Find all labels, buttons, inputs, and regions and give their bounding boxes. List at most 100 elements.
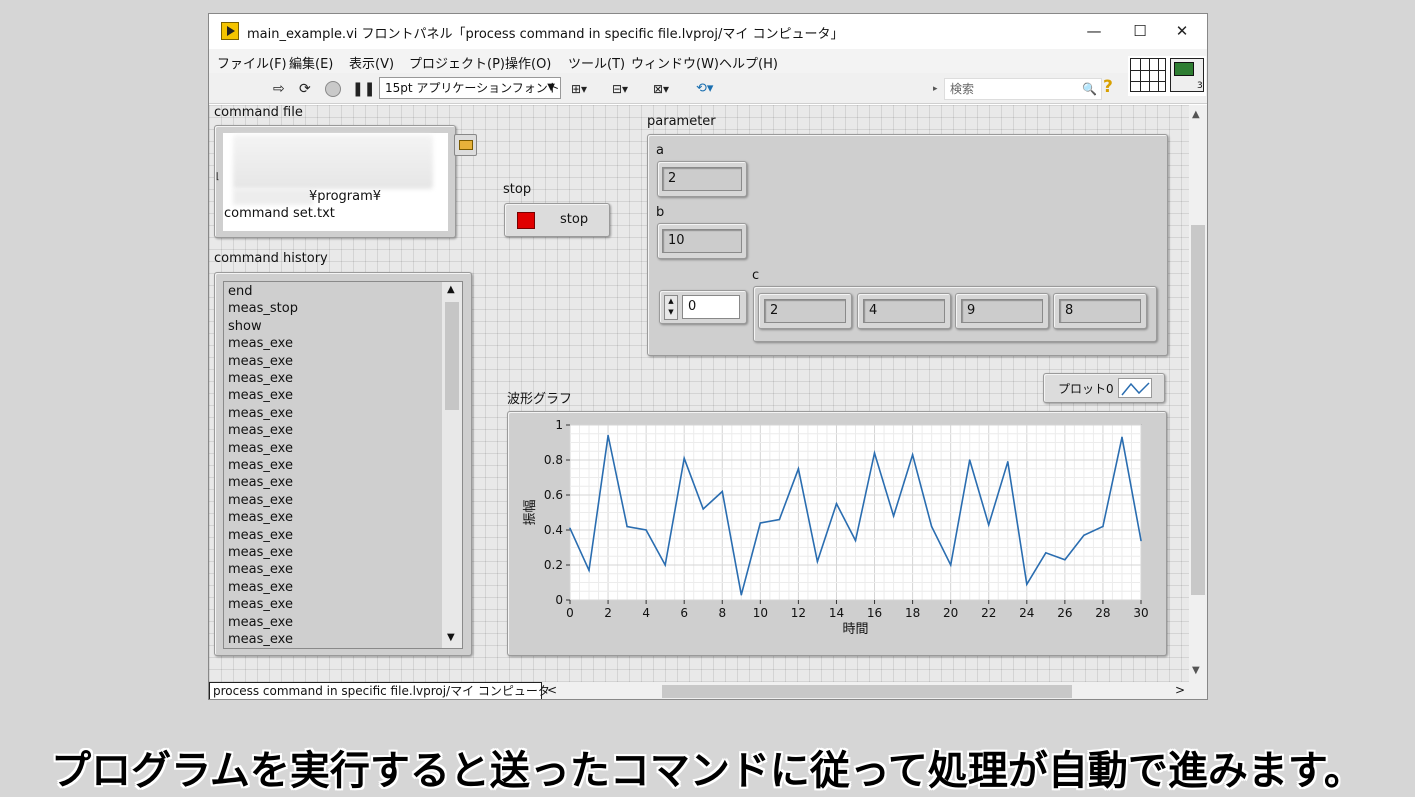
data-point	[1140, 539, 1142, 542]
data-point	[949, 564, 952, 566]
history-item[interactable]: meas_exe	[228, 354, 293, 369]
history-item[interactable]: show	[228, 319, 262, 334]
command-file-label: command file	[214, 105, 303, 120]
history-item[interactable]: meas_exe	[228, 493, 293, 508]
history-item[interactable]: meas_exe	[228, 510, 293, 525]
array-element-value[interactable]: 8	[1059, 299, 1141, 323]
redacted-path	[233, 135, 433, 189]
x-tick-label: 20	[943, 606, 958, 620]
run-arrow-icon[interactable]: ⇨	[273, 79, 285, 99]
history-item[interactable]: meas_exe	[228, 336, 293, 351]
run-continuously-icon[interactable]: ⟳	[299, 79, 311, 99]
resize-objects-icon[interactable]: ⊠▾	[653, 79, 669, 99]
close-button[interactable]: ✕	[1159, 14, 1205, 48]
scroll-up-icon[interactable]: ▲	[1192, 109, 1200, 120]
data-point	[778, 518, 781, 521]
array-index-control: ▲ ▼ 0	[659, 290, 747, 324]
stop-label: stop	[503, 182, 532, 197]
history-scrollbar[interactable]: ▲ ▼	[442, 282, 462, 648]
history-scroll-thumb[interactable]	[445, 302, 459, 410]
folder-icon	[459, 140, 473, 150]
abort-icon[interactable]	[325, 81, 341, 97]
param-b-control: 10	[657, 223, 747, 259]
menu-tools[interactable]: ツール(T)	[568, 53, 625, 72]
history-item[interactable]: meas_exe	[228, 388, 293, 403]
stop-button-text: stop	[560, 212, 589, 227]
connector-pane-icon[interactable]	[1130, 58, 1166, 92]
bottom-bar: process command in specific file.lvproj/…	[209, 682, 1207, 699]
path-field[interactable]: ¥program¥ command set.txt	[223, 133, 448, 231]
scroll-left-icon[interactable]: <	[547, 683, 557, 697]
vi-icon[interactable]: 3	[1170, 58, 1204, 92]
param-b-value[interactable]: 10	[662, 229, 742, 253]
maximize-button[interactable]: ☐	[1117, 14, 1163, 48]
x-tick-label: 22	[981, 606, 996, 620]
parameter-cluster: a 2 b 10 c ▲ ▼ 0 2 4 9 8	[647, 134, 1168, 356]
context-help-icon[interactable]: ?	[1103, 77, 1113, 97]
panel-vertical-scrollbar[interactable]: ▲ ▼	[1189, 105, 1207, 682]
browse-button[interactable]	[454, 134, 477, 156]
x-tick-label: 28	[1095, 606, 1110, 620]
plot-legend[interactable]: プロット0	[1043, 373, 1165, 403]
graph-svg: 0 2 4 6 8 10 12 14 16 18 20 22 24 26 28 3000.20.40.60.8…	[523, 418, 1149, 637]
y-tick-label: 0.4	[544, 523, 563, 537]
search-icon[interactable]: 🔍	[1082, 79, 1097, 99]
scroll-down-icon[interactable]: ▼	[1192, 665, 1200, 676]
y-tick-label: 0.2	[544, 558, 563, 572]
history-item[interactable]: meas_exe	[228, 545, 293, 560]
history-item[interactable]: meas_exe	[228, 580, 293, 595]
history-item[interactable]: meas_exe	[228, 562, 293, 577]
data-point	[664, 564, 666, 566]
search-input[interactable]: 検索 🔍	[944, 78, 1102, 100]
history-item[interactable]: meas_stop	[228, 301, 298, 316]
scroll-up-icon[interactable]: ▲	[447, 284, 455, 295]
scroll-down-icon[interactable]: ▼	[447, 632, 455, 643]
x-tick-label: 2	[604, 606, 612, 620]
history-item[interactable]: meas_exe	[228, 371, 293, 386]
history-item[interactable]: meas_exe	[228, 528, 293, 543]
menu-operate[interactable]: 操作(O)	[505, 53, 551, 72]
param-c-label: c	[752, 268, 760, 283]
menu-help[interactable]: ヘルプ(H)	[719, 53, 778, 72]
history-item[interactable]: meas_exe	[228, 597, 293, 612]
distribute-objects-icon[interactable]: ⊟▾	[612, 79, 628, 99]
index-stepper[interactable]: ▲ ▼	[664, 295, 678, 320]
menu-view[interactable]: 表示(V)	[349, 53, 394, 72]
data-point	[759, 522, 762, 524]
param-a-value[interactable]: 2	[662, 167, 742, 191]
panel-horizontal-scroll-thumb[interactable]	[662, 685, 1072, 698]
scroll-right-icon[interactable]: >	[1175, 683, 1185, 697]
history-item[interactable]: meas_exe	[228, 615, 293, 630]
menu-project[interactable]: プロジェクト(P)	[409, 53, 505, 72]
history-item[interactable]: meas_exe	[228, 441, 293, 456]
history-item[interactable]: meas_exe	[228, 458, 293, 473]
array-element: 2	[758, 293, 852, 329]
array-element-value[interactable]: 2	[764, 299, 846, 323]
array-element-value[interactable]: 9	[961, 299, 1043, 323]
menu-file[interactable]: ファイル(F)	[217, 53, 287, 72]
array-index-value[interactable]: 0	[682, 295, 740, 319]
minimize-button[interactable]: —	[1071, 14, 1117, 48]
align-objects-icon[interactable]: ⊞▾	[571, 79, 587, 99]
legend-line-icon-svg	[1121, 382, 1150, 396]
data-point	[816, 560, 819, 563]
font-select[interactable]: 15pt アプリケーションフォント ▼	[379, 77, 561, 99]
history-item[interactable]: meas_exe	[228, 632, 293, 647]
reorder-icon[interactable]: ⟲▾	[696, 79, 713, 99]
pause-icon[interactable]: ❚❚	[352, 79, 375, 99]
command-history-list[interactable]: end meas_stopshow meas_exe meas_exe meas_exe…	[223, 281, 463, 649]
history-item[interactable]: meas_exe	[228, 423, 293, 438]
x-tick-label: 30	[1133, 606, 1148, 620]
history-item[interactable]: meas_exe	[228, 475, 293, 490]
menu-window[interactable]: ウィンドウ(W)	[631, 53, 719, 72]
array-element-value[interactable]: 4	[863, 299, 945, 323]
project-context-box: process command in specific file.lvproj/…	[209, 682, 550, 699]
history-item[interactable]: meas_exe	[228, 406, 293, 421]
data-point	[1064, 558, 1066, 561]
parameter-label: parameter	[647, 114, 716, 129]
history-item[interactable]: end	[228, 284, 253, 299]
panel-scroll-thumb[interactable]	[1191, 225, 1205, 595]
x-tick-label: 26	[1057, 606, 1072, 620]
menu-edit[interactable]: 編集(E)	[289, 53, 333, 72]
stop-button[interactable]: stop	[504, 203, 610, 237]
